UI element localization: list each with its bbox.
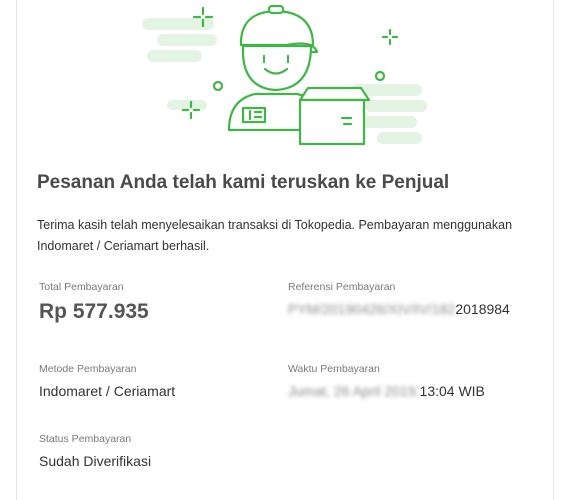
payment-status-value: Sudah Diverifikasi	[39, 453, 152, 469]
payment-success-card: Pesanan Anda telah kami teruskan ke Penj…	[16, 0, 554, 500]
payment-time-redacted: Jumat, 26 April 2019,	[288, 383, 420, 399]
payment-method-label: Metode Pembayaran	[39, 363, 137, 375]
payment-status-field: Status Pembayaran Sudah Diverifikasi	[39, 433, 151, 469]
payment-status-label: Status Pembayaran	[39, 433, 132, 445]
dot-circle-icon	[212, 80, 224, 92]
courier-with-package-illustration	[142, 4, 427, 146]
package-box	[298, 86, 371, 102]
payment-time-visible: 13:04 WIB	[419, 383, 485, 399]
total-payment-label: Total Pembayaran	[39, 281, 124, 293]
payment-reference-value: PYM/20190426/XIV/IV/1822018984	[288, 301, 510, 317]
courier-cap	[239, 9, 315, 47]
payment-time-label: Waktu Pembayaran	[288, 363, 380, 375]
dot-circle-icon	[374, 70, 386, 82]
payment-reference-label: Referensi Pembayaran	[288, 281, 396, 293]
payment-method-value: Indomaret / Ceriamart	[39, 383, 176, 399]
sparkle-icon	[381, 28, 399, 46]
success-description: Terima kasih telah menyelesaikan transak…	[37, 218, 513, 253]
page-title: Pesanan Anda telah kami teruskan ke Penj…	[37, 172, 450, 193]
payment-reference-redacted: PYM/20190426/XIV/IV/182	[288, 301, 456, 317]
payment-reference-field: Referensi Pembayaran PYM/20190426/XIV/IV…	[288, 281, 510, 317]
payment-method-field: Metode Pembayaran Indomaret / Ceriamart	[39, 363, 175, 399]
courier-face	[241, 44, 313, 92]
payment-time-field: Waktu Pembayaran Jumat, 26 April 2019, 1…	[288, 363, 485, 399]
total-payment-value: Rp 577.935	[39, 300, 149, 323]
payment-reference-visible: 2018984	[455, 301, 510, 317]
total-payment-field: Total Pembayaran Rp 577.935	[39, 281, 149, 324]
payment-time-value: Jumat, 26 April 2019, 13:04 WIB	[288, 383, 485, 399]
